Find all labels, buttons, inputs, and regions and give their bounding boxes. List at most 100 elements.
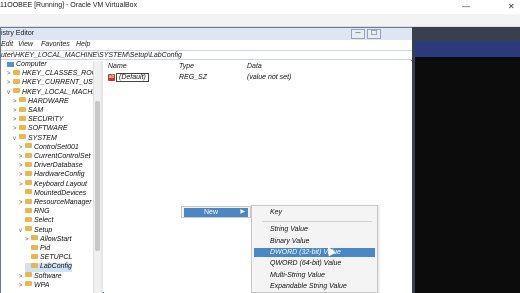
tree-item[interactable]: v Setup xyxy=(19,226,53,236)
folder-icon xyxy=(25,180,32,186)
tree-item[interactable]: > HardwareConfig xyxy=(19,171,85,180)
minimize-button[interactable]: ─ xyxy=(351,29,365,39)
tree-item-label: RNG xyxy=(34,208,50,216)
folder-icon xyxy=(25,171,32,177)
tree-item[interactable]: > CurrentControlSet xyxy=(19,152,91,162)
menu-edit[interactable]: Edit xyxy=(1,41,13,48)
registry-tree: Computer > HKEY_CLASSES_ROOT > HKEY_CURRENT_… xyxy=(1,61,97,293)
tree-item[interactable]: RNG xyxy=(19,207,50,217)
tree-item[interactable]: > SAM xyxy=(13,106,43,116)
virtualbox-titlebar: 11OOBEE [Running] - Oracle VM VirtualBox… xyxy=(0,0,520,14)
tree-item-label: SETUPCL xyxy=(40,254,73,262)
tree-item[interactable]: > AllowStart xyxy=(25,235,72,245)
folder-icon xyxy=(25,143,32,149)
tree-item[interactable]: > SECURITY xyxy=(13,115,64,125)
tree-item-label: HARDWARE xyxy=(28,97,69,105)
tree-item-label: MountedDevices xyxy=(34,189,87,197)
folder-icon xyxy=(19,97,26,103)
tree-item[interactable]: > SOFTWARE xyxy=(13,125,68,134)
minimize-icon[interactable]: — xyxy=(462,2,470,11)
folder-icon xyxy=(13,79,20,85)
tree-item-label: HKEY_CURRENT_USER xyxy=(22,79,97,87)
tree-item[interactable]: MountedDevices xyxy=(19,189,87,199)
value-data: (value not set) xyxy=(247,74,292,81)
context-menu: New ▶ xyxy=(181,206,251,218)
folder-icon xyxy=(25,272,32,278)
tree-item-label: HKEY_CLASSES_ROOT xyxy=(22,70,97,78)
tree-item-label: Computer xyxy=(16,61,47,68)
folder-icon xyxy=(25,226,32,232)
tree-item-label: SYSTEM xyxy=(28,134,57,142)
value-row[interactable]: ab (Default) REG_SZ (value not set) xyxy=(106,73,406,83)
pane-splitter[interactable] xyxy=(101,61,103,293)
submenu-item[interactable]: String Value xyxy=(254,225,375,234)
tree-item-label: CurrentControlSet xyxy=(34,153,91,160)
maximize-button[interactable]: ☐ xyxy=(367,29,381,39)
tree-item[interactable]: > HARDWARE xyxy=(13,97,69,107)
folder-icon xyxy=(31,253,38,259)
column-header-data[interactable]: Data xyxy=(247,63,262,70)
folder-icon xyxy=(19,125,26,131)
tree-scrollbar[interactable] xyxy=(93,61,101,293)
menu-separator xyxy=(262,221,372,223)
tree-item-label: Keyboard Layout xyxy=(34,180,87,188)
menu-item-new-label: New xyxy=(204,209,219,216)
chevron-right-icon: ▶ xyxy=(240,209,245,215)
tree-item[interactable]: Pid xyxy=(25,244,51,254)
tree-item[interactable]: Computer xyxy=(1,61,47,70)
tree-item[interactable]: > Software xyxy=(19,272,62,282)
tree-item[interactable]: v SYSTEM xyxy=(13,134,57,144)
tree-item[interactable]: > ResourceManager xyxy=(19,198,92,208)
virtualbox-toolbar xyxy=(0,14,520,27)
tree-item[interactable]: > HKEY_CURRENT_USER xyxy=(7,79,97,88)
tree-item-label: WPA xyxy=(34,281,50,289)
tree-item[interactable]: SETUPCL xyxy=(25,253,73,263)
folder-icon xyxy=(19,106,26,112)
folder-icon xyxy=(31,263,38,269)
menu-view[interactable]: View xyxy=(18,41,33,48)
tree-item[interactable]: > DriverDatabase xyxy=(19,161,83,171)
menu-help[interactable]: Help xyxy=(76,41,90,48)
submenu-item[interactable]: Key xyxy=(254,208,375,217)
tree-item-label: HKEY_LOCAL_MACHINE xyxy=(22,88,97,96)
menu-favorites[interactable]: Favorites xyxy=(41,41,70,48)
folder-icon xyxy=(13,88,20,94)
folder-icon xyxy=(25,152,32,158)
tree-item[interactable]: > WPA xyxy=(19,281,50,291)
submenu-item[interactable]: QWORD (64-bit) Value xyxy=(254,259,375,268)
tree-item[interactable]: LabConfig xyxy=(25,263,72,273)
address-bar[interactable]: uter\HKEY_LOCAL_MACHINE\SYSTEM\Setup\Lab… xyxy=(1,50,412,60)
close-icon[interactable]: ✕ xyxy=(508,2,515,11)
tree-item[interactable]: > HKEY_CLASSES_ROOT xyxy=(7,69,97,79)
column-header-name[interactable]: Name xyxy=(108,63,127,70)
background-window-titlebar xyxy=(415,41,520,57)
tree-item-label: Select xyxy=(34,217,54,225)
scrollbar-thumb[interactable] xyxy=(95,101,100,251)
value-type: REG_SZ xyxy=(179,74,208,81)
folder-icon xyxy=(25,217,32,223)
tree-item-label: SECURITY xyxy=(28,116,64,124)
tree-item-label: DriverDatabase xyxy=(34,162,83,170)
submenu-item[interactable]: Multi-String Value xyxy=(254,271,375,280)
folder-icon xyxy=(25,198,32,204)
folder-icon xyxy=(31,244,38,250)
submenu-item[interactable]: DWORD (32-bit) Value xyxy=(254,247,375,257)
tree-item[interactable]: > ControlSet001 xyxy=(19,143,79,153)
tree-item-label: Setup xyxy=(34,226,53,234)
submenu-item[interactable]: Expandable String Value xyxy=(254,282,375,291)
virtualbox-title: 11OOBEE [Running] - Oracle VM VirtualBox xyxy=(0,2,138,9)
tree-item[interactable]: Select xyxy=(19,217,53,226)
tree-item[interactable]: v HKEY_LOCAL_MACHINE xyxy=(7,88,97,98)
folder-icon xyxy=(19,134,26,140)
tree-item[interactable]: > Keyboard Layout xyxy=(19,180,87,190)
submenu-item[interactable]: Binary Value xyxy=(254,237,375,246)
tree-item-label: Pid xyxy=(40,245,51,252)
tree-item-label: AllowStart xyxy=(40,235,72,243)
folder-icon xyxy=(13,69,20,75)
menu-item-new[interactable]: New ▶ xyxy=(184,208,248,217)
column-header-type[interactable]: Type xyxy=(179,63,194,70)
new-submenu: Key String Value Binary Value DWORD (32-bit… xyxy=(251,205,378,293)
folder-icon xyxy=(31,235,38,241)
tree-item-label: ControlSet001 xyxy=(34,143,79,151)
folder-icon xyxy=(19,115,26,121)
